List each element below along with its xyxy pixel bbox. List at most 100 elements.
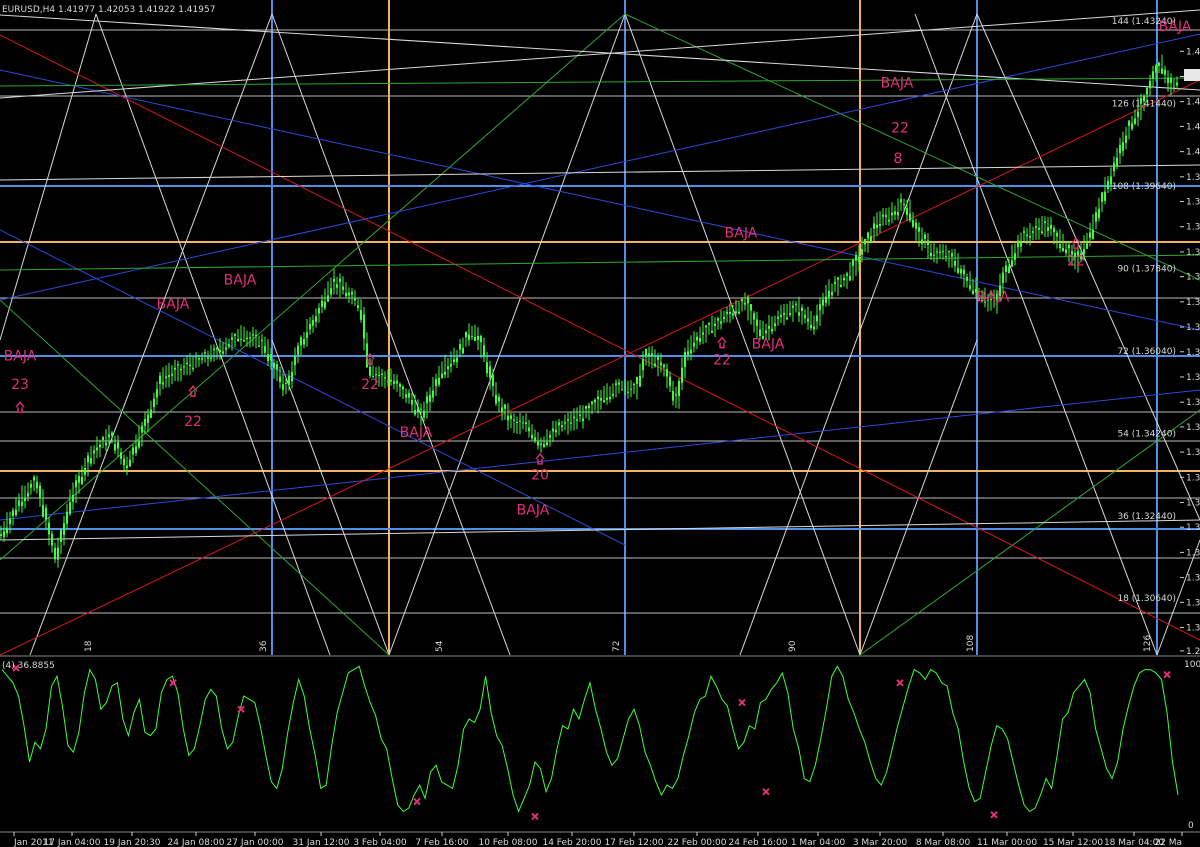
candle-body: [261, 339, 263, 342]
candle-body: [789, 312, 791, 316]
candle-body: [462, 347, 464, 354]
candle-body: [144, 419, 146, 426]
candle-body: [273, 362, 275, 369]
candle-body: [411, 400, 413, 405]
annotation-label: BAJA: [752, 337, 785, 353]
candle-body: [45, 507, 47, 520]
candle-body: [1026, 234, 1028, 237]
price-axis-label: 1.2: [1186, 647, 1200, 657]
candle-body: [891, 212, 893, 216]
candle-body: [558, 422, 560, 426]
price-axis-label: 1.3: [1186, 223, 1200, 233]
candle-body: [114, 444, 116, 451]
candle-body: [885, 215, 887, 217]
candle-body: [537, 441, 539, 446]
candle-body: [1122, 142, 1124, 151]
candle-body: [714, 323, 716, 326]
candle-body: [711, 330, 713, 334]
candle-body: [717, 318, 719, 321]
candle-body: [408, 392, 410, 398]
candle-body: [195, 356, 197, 358]
candle-body: [318, 307, 320, 314]
candle-body: [816, 315, 818, 322]
candle-body: [534, 437, 536, 442]
candle-body: [219, 349, 221, 353]
candle-body: [414, 409, 416, 415]
candle-body: [327, 295, 329, 302]
candle-body: [12, 510, 14, 516]
candle-body: [348, 292, 350, 296]
annotation-label: BAJA: [4, 348, 37, 364]
candle-body: [420, 408, 422, 410]
candle-body: [552, 428, 554, 432]
time-axis-label: 3 Feb 04:00: [353, 838, 407, 847]
annotation-label: BAJA: [224, 272, 257, 288]
candle-body: [18, 500, 20, 506]
candle-body: [252, 334, 254, 336]
candle-body: [1173, 87, 1175, 89]
candle-body: [42, 505, 44, 517]
candle-body: [222, 351, 224, 354]
candle-body: [93, 450, 95, 454]
symbol-header: EURUSD,H4 1.41977 1.42053 1.41922 1.4195…: [2, 5, 215, 15]
candle-body: [750, 304, 752, 311]
candle-body: [321, 300, 323, 307]
candle-body: [147, 414, 149, 423]
candle-body: [1014, 253, 1016, 260]
time-axis-label: 22 Ma: [1154, 838, 1182, 847]
candle-body: [1050, 225, 1052, 229]
candle-body: [309, 323, 311, 330]
candle-body: [1167, 78, 1169, 84]
candle-body: [831, 291, 833, 296]
candle-body: [48, 522, 50, 535]
candle-body: [237, 338, 239, 342]
candle-body: [1047, 227, 1049, 231]
candle-body: [315, 316, 317, 322]
candle-body: [1152, 71, 1154, 79]
candle-body: [744, 302, 746, 305]
candle-body: [234, 333, 236, 336]
candle-body: [579, 414, 581, 416]
candle-body: [405, 394, 407, 398]
candle-body: [756, 319, 758, 326]
candle-body: [1116, 157, 1118, 166]
candle-body: [633, 384, 635, 386]
candle-body: [1053, 228, 1055, 233]
candle-body: [279, 376, 281, 382]
candle-body: [69, 502, 71, 515]
candle-body: [594, 399, 596, 403]
candle-body: [510, 415, 512, 419]
candle-body: [27, 492, 29, 497]
candle-body: [606, 397, 608, 400]
candle-body: [60, 529, 62, 542]
candle-body: [369, 366, 371, 376]
candle-body: [948, 251, 950, 253]
annotation-label: 22: [184, 414, 202, 430]
price-axis-label: 1.3: [1186, 298, 1200, 308]
candle-body: [723, 316, 725, 320]
time-axis-label: 10 Feb 08:00: [478, 838, 537, 847]
candle-body: [1164, 69, 1166, 75]
candle-body: [921, 239, 923, 245]
candle-body: [741, 299, 743, 302]
candle-body: [897, 212, 899, 216]
price-axis-label: 1.3: [1186, 473, 1200, 483]
candle-body: [282, 384, 284, 390]
osc-tick-0: 0: [1188, 821, 1194, 831]
time-axis-label: 24 Jan 08:00: [168, 838, 225, 847]
candle-body: [600, 398, 602, 401]
candle-body: [567, 419, 569, 421]
candle-body: [1092, 229, 1094, 239]
time-axis-label: 31 Jan 12:00: [293, 838, 350, 847]
candle-body: [639, 375, 641, 387]
candle-body: [492, 375, 494, 387]
candle-body: [204, 352, 206, 354]
candle-body: [243, 339, 245, 342]
trading-chart[interactable]: 1.41.41.41.41.41.31.31.31.31.31.31.31.31…: [0, 0, 1200, 847]
candle-body: [498, 396, 500, 402]
candle-body: [339, 278, 341, 282]
candle-body: [615, 383, 617, 386]
candle-body: [39, 485, 41, 498]
price-axis-label: 1.3: [1186, 373, 1200, 383]
gann-level-label: 54 (1.34240): [1117, 429, 1176, 439]
